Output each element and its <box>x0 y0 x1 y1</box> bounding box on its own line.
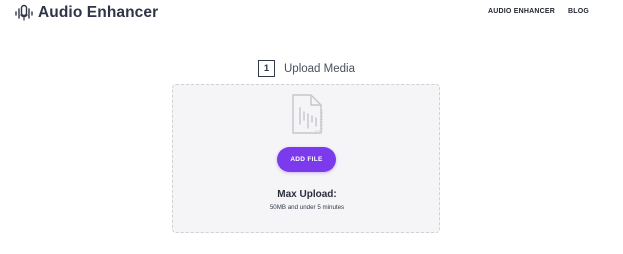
file-dropzone[interactable]: ADD FILE Max Upload: 50MB and under 5 mi… <box>172 84 440 233</box>
step-label: Upload Media <box>284 62 355 75</box>
audio-file-icon <box>291 94 323 134</box>
max-upload-title: Max Upload: <box>277 189 337 200</box>
add-file-button[interactable]: ADD FILE <box>277 147 336 172</box>
brand-name: Audio Enhancer <box>38 4 159 21</box>
upload-step-heading: 1 Upload Media <box>258 60 355 77</box>
nav-link-audio-enhancer[interactable]: AUDIO ENHANCER <box>488 8 555 15</box>
audio-waveform-icon <box>14 4 34 22</box>
nav-link-blog[interactable]: BLOG <box>568 8 589 15</box>
step-number-badge: 1 <box>258 60 275 77</box>
top-navigation-bar: Audio Enhancer AUDIO ENHANCER BLOG <box>0 0 623 26</box>
max-upload-detail: 50MB and under 5 minutes <box>269 204 345 211</box>
brand-logo-link[interactable]: Audio Enhancer <box>14 3 158 23</box>
